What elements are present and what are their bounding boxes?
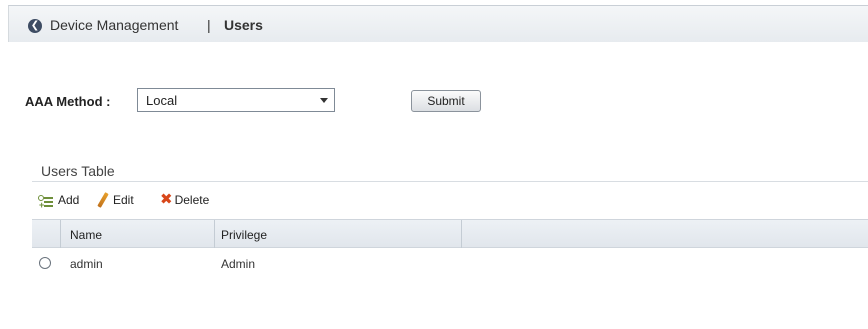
users-table-header: Name Privilege bbox=[32, 219, 868, 248]
submit-button[interactable]: Submit bbox=[411, 90, 481, 112]
column-divider bbox=[214, 220, 215, 248]
column-divider bbox=[60, 220, 61, 248]
section-divider bbox=[32, 181, 868, 182]
column-header-name[interactable]: Name bbox=[70, 228, 102, 242]
breadcrumb-separator: | bbox=[207, 17, 211, 33]
row-select-radio[interactable] bbox=[39, 257, 51, 269]
dropdown-arrow-icon bbox=[320, 98, 328, 103]
add-label: Add bbox=[58, 193, 80, 207]
back-arrow-icon[interactable]: ❮ bbox=[28, 19, 42, 33]
aaa-method-select[interactable]: Local bbox=[137, 88, 335, 112]
add-user-icon: + bbox=[38, 193, 54, 210]
breadcrumb-parent[interactable]: Device Management bbox=[50, 17, 178, 33]
edit-label: Edit bbox=[113, 193, 134, 207]
column-divider bbox=[461, 220, 462, 248]
delete-label: Delete bbox=[174, 193, 210, 207]
table-row[interactable]: admin Admin bbox=[32, 249, 868, 277]
users-table-title: Users Table bbox=[41, 163, 115, 179]
aaa-method-label: AAA Method : bbox=[25, 94, 111, 109]
cell-name: admin bbox=[70, 257, 103, 271]
column-header-privilege[interactable]: Privilege bbox=[221, 228, 267, 242]
aaa-method-value: Local bbox=[146, 93, 178, 108]
breadcrumb-current: Users bbox=[224, 17, 263, 33]
pencil-icon bbox=[97, 192, 109, 208]
edit-button[interactable]: Edit bbox=[97, 190, 134, 210]
delete-x-icon: ✖ bbox=[160, 191, 173, 208]
cell-privilege: Admin bbox=[221, 257, 256, 271]
add-button[interactable]: + Add bbox=[38, 190, 79, 210]
breadcrumb-bar: ❮ Device Management | Users bbox=[8, 5, 868, 42]
delete-button[interactable]: ✖ Delete bbox=[160, 190, 209, 210]
